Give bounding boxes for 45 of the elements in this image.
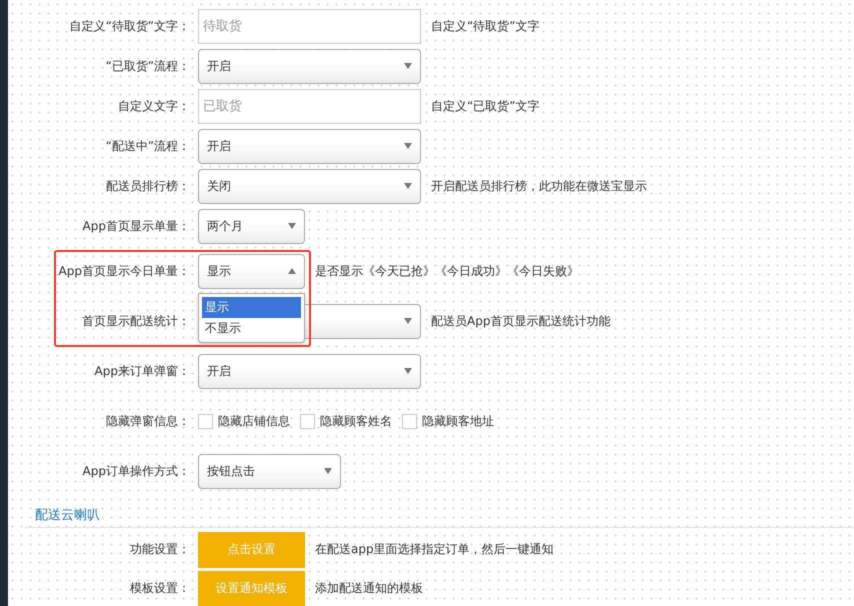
caret-icon — [404, 318, 412, 324]
field-label: App首页显示单量： — [82, 218, 191, 234]
field-label: 功能设置： — [129, 541, 191, 558]
select-field[interactable]: 关闭 — [198, 168, 421, 204]
field-label: 首页显示配送统计： — [81, 312, 191, 330]
hint-text: 自定义“待取货”文字 — [431, 18, 540, 34]
select-field[interactable]: 按钮点击 — [198, 454, 341, 488]
caret-icon — [404, 368, 412, 374]
checkbox[interactable] — [402, 414, 417, 428]
select-field[interactable]: 开启 — [198, 48, 421, 84]
caret-icon — [288, 223, 296, 229]
field-label: App首页显示今日单量： — [58, 262, 191, 280]
select-field[interactable]: 两个月 — [198, 208, 305, 244]
caret-icon — [324, 468, 332, 474]
field-label: 模板设置： — [129, 580, 191, 597]
dropdown-option[interactable]: 不显示 — [202, 318, 301, 338]
checkbox[interactable] — [300, 414, 315, 428]
select-field[interactable]: 开启 — [198, 354, 421, 388]
field-label: 自定义“待取货”文字： — [68, 18, 191, 34]
hint-text: 是否显示《今天已抢》《今日成功》《今日失败》 — [315, 262, 579, 280]
field-label: “已取货”流程： — [104, 58, 191, 74]
select-field[interactable]: 开启 — [198, 128, 421, 164]
checkbox[interactable] — [198, 414, 213, 428]
hint-text: 添加配送通知的模板 — [315, 580, 423, 597]
field-label: 配送员排行榜： — [105, 178, 191, 194]
caret-icon — [288, 268, 296, 274]
checkbox-label: 隐藏店铺信息 — [218, 412, 290, 430]
input-field[interactable]: 已取货 — [198, 88, 421, 124]
section-title: 配送云喇叭 — [34, 508, 100, 523]
field-label: App来订单弹窗： — [94, 362, 191, 380]
field-label: 自定义文字： — [117, 98, 191, 114]
field-label: 隐藏弹窗信息： — [105, 412, 191, 430]
caret-icon — [404, 63, 412, 69]
hint-text: 自定义“已取货”文字 — [431, 98, 540, 114]
hint-text: 开启配送员排行榜，此功能在微送宝显示 — [431, 178, 647, 194]
input-field[interactable]: 待取货 — [198, 8, 421, 44]
checkbox-label: 隐藏顾客姓名 — [320, 412, 392, 430]
checkbox-label: 隐藏顾客地址 — [422, 412, 494, 430]
field-label: “配送中”流程： — [104, 138, 191, 154]
dropdown-option[interactable]: 显示 — [202, 296, 301, 318]
field-label: App订单操作方式： — [82, 462, 191, 480]
caret-icon — [404, 143, 412, 149]
caret-icon — [404, 183, 412, 189]
hint-text: 配送员App首页显示配送统计功能 — [431, 312, 610, 330]
hint-text: 在配送app里面选择指定订单，然后一键通知 — [315, 541, 554, 558]
